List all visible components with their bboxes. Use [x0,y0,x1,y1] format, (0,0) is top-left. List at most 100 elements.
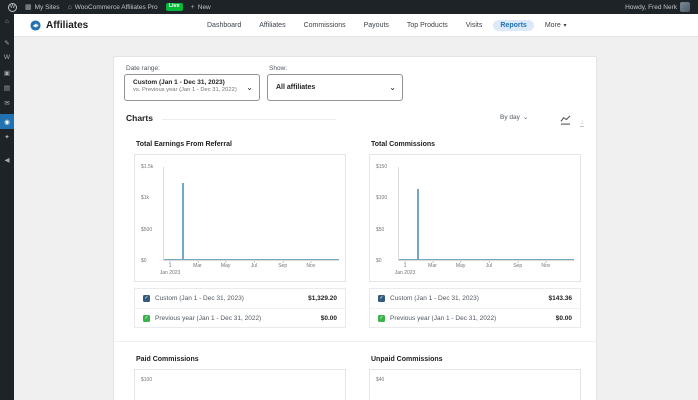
legend-value: $0.00 [556,315,572,322]
posts-icon: ✎ [4,39,9,47]
date-range-comparison: vs. Previous year (Jan 1 - Dec 31, 2022) [133,87,243,93]
legend-row-current: ✓ Custom (Jan 1 - Dec 31, 2023) $143.36 [370,289,580,308]
sidebar-item-collapse[interactable]: ◀ [0,152,14,167]
site-name-menu[interactable]: ⌂ WooCommerce Affiliates Pro [68,4,158,11]
line-chart-icon [560,115,571,125]
date-range-label: Date range: [126,65,160,72]
data-spike [182,183,184,261]
show-value: All affiliates [276,79,386,96]
chart-unpaid-commissions: $40 [369,369,581,400]
chevron-down-icon: ▾ [562,23,567,29]
sidebar-item-posts[interactable]: ✎ [0,35,14,50]
data-baseline [164,259,339,260]
date-range-value: Custom (Jan 1 - Dec 31, 2023) [133,79,243,86]
chart-title-total-earnings: Total Earnings From Referral [136,141,232,148]
my-sites-menu[interactable]: ▦ My Sites [25,4,60,11]
y-axis-tick: $0 [141,258,147,264]
home-icon: ⌂ [68,4,72,11]
y-axis-tick: $150 [376,164,387,170]
legend-row-previous: ✓ Previous year (Jan 1 - Dec 31, 2022) $… [370,308,580,327]
checkbox-checked-icon[interactable]: ✓ [378,295,385,302]
reports-card: Date range: Custom (Jan 1 - Dec 31, 2023… [113,56,597,400]
sidebar-item-pages[interactable]: ▤ [0,80,14,95]
chart-title-unpaid-commissions: Unpaid Commissions [371,356,443,363]
comments-icon: ✉ [4,99,9,107]
line-chart-type-button[interactable] [560,112,571,130]
howdy-menu[interactable]: Howdy, Fred Nerk [625,2,690,12]
y-axis-tick: $50 [376,227,384,233]
site-name-label: WooCommerce Affiliates Pro [75,4,158,11]
download-icon: ↓ [580,118,584,127]
sidebar-item-comments[interactable]: ✉ [0,95,14,110]
affiliates-icon: ◉ [4,118,10,126]
dashboard-icon: ⌂ [5,18,9,25]
x-axis-tick: Sep [513,263,522,270]
user-avatar [680,2,690,12]
data-baseline [399,259,574,260]
tab-commissions[interactable]: Commissions [297,20,353,31]
checkbox-checked-icon[interactable]: ✓ [143,315,150,322]
x-axis-tick: Jul [486,263,492,270]
tab-payouts[interactable]: Payouts [357,20,396,31]
checkbox-checked-icon[interactable]: ✓ [378,315,385,322]
legend-label: Custom (Jan 1 - Dec 31, 2023) [390,295,479,302]
media-icon: ▣ [4,69,10,77]
plot-area [163,167,339,261]
legend-total-earnings: ✓ Custom (Jan 1 - Dec 31, 2023) $1,329.2… [134,288,346,328]
y-axis-tick: $100 [376,195,387,201]
interval-value: By day [500,114,520,121]
chart-title-paid-commissions: Paid Commissions [136,356,199,363]
y-axis-tick: $100 [141,377,152,383]
checkbox-checked-icon[interactable]: ✓ [143,295,150,302]
x-axis-tick: 1Jan 2023 [160,263,181,276]
plugin-header: Affiliates Dashboard Affiliates Commissi… [14,14,698,37]
woocommerce-icon: W [4,54,10,61]
sidebar-item-dashboard[interactable]: ⌂ [0,14,14,29]
download-button[interactable]: ↓ [580,111,584,129]
content-area: Date range: Custom (Jan 1 - Dec 31, 2023… [14,37,698,400]
data-spike [417,189,419,260]
chevron-down-icon: ⌄ [523,113,528,121]
plugin-brand: Affiliates [30,20,88,31]
charts-heading: Charts [126,113,153,123]
tab-dashboard[interactable]: Dashboard [200,20,248,31]
page-title: Affiliates [46,20,88,31]
show-label: Show: [269,65,287,72]
chart-total-commissions: 1Jan 2023MarMayJulSepNov $150$100$50$0 [369,154,581,282]
tab-visits[interactable]: Visits [459,20,490,31]
charts-heading-divider [162,119,336,120]
legend-value: $143.36 [549,295,573,302]
tab-reports[interactable]: Reports [493,20,533,31]
y-axis-tick: $500 [141,227,152,233]
wordpress-logo-icon[interactable]: W [8,3,17,12]
wp-admin-sidebar: ⌂ ✎ W ▣ ▤ ✉ ◉ ✦ ◀ [0,14,14,400]
x-axis-tick: 1Jan 2023 [395,263,416,276]
show-affiliates-dropdown[interactable]: All affiliates ⌄ [267,74,403,101]
sidebar-item-affiliates[interactable]: ◉ [0,114,14,129]
howdy-label: Howdy, Fred Nerk [625,4,677,11]
x-axis-tick: Sep [278,263,287,270]
interval-dropdown[interactable]: By day ⌄ [500,113,528,121]
legend-label: Custom (Jan 1 - Dec 31, 2023) [155,295,244,302]
sidebar-item-plugins[interactable]: ✦ [0,129,14,144]
my-sites-label: My Sites [35,4,60,11]
x-axis-tick: Mar [193,263,202,270]
x-axis-tick: May [221,263,230,270]
plugins-icon: ✦ [4,133,9,141]
sidebar-item-woocommerce[interactable]: W [0,50,14,65]
tab-more[interactable]: More ▾ [538,20,574,31]
tab-top-products[interactable]: Top Products [400,20,455,31]
x-axis: 1Jan 2023MarMayJulSepNov [398,263,574,279]
tab-affiliates[interactable]: Affiliates [252,20,292,31]
x-axis: 1Jan 2023MarMayJulSepNov [163,263,339,279]
date-range-dropdown[interactable]: Custom (Jan 1 - Dec 31, 2023) vs. Previo… [124,74,260,101]
x-axis-tick: May [456,263,465,270]
plus-icon: + [191,4,195,11]
pages-icon: ▤ [4,84,10,92]
plot-area [398,167,574,261]
new-menu[interactable]: + New [191,4,211,11]
y-axis-tick: $0 [376,258,382,264]
y-axis-tick: $40 [376,377,384,383]
y-axis-tick: $1k [141,195,149,201]
sidebar-item-media[interactable]: ▣ [0,65,14,80]
